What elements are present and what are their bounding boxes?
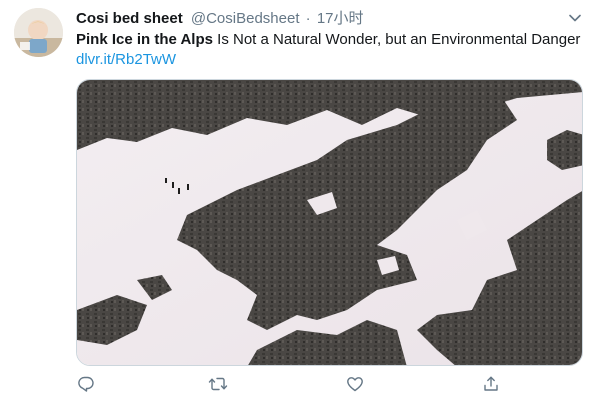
tweet-link[interactable]: dlvr.it/Rb2TwW: [76, 51, 176, 68]
like-button[interactable]: [345, 374, 365, 394]
mountain-snow-photo: [77, 80, 582, 365]
tweet-headline: Pink Ice in the Alps: [76, 31, 213, 48]
tweet-photo[interactable]: [76, 79, 583, 366]
tweet-text: Pink Ice in the Alps Is Not a Natural Wo…: [76, 30, 590, 70]
timestamp[interactable]: 17小时: [317, 10, 364, 27]
separator-dot: ·: [305, 10, 311, 27]
reply-icon: [78, 376, 94, 392]
tweet-body: Is Not a Natural Wonder, but an Environm…: [212, 31, 581, 48]
tweet-header: Cosi bed sheet @CosiBedsheet · 17小时: [76, 9, 558, 29]
share-button[interactable]: [481, 374, 501, 394]
chevron-down-icon: [569, 14, 581, 22]
avatar[interactable]: [14, 8, 63, 57]
avatar-image: [14, 8, 63, 57]
heart-icon: [347, 377, 363, 392]
tweet-menu-button[interactable]: [567, 10, 583, 26]
retweet-button[interactable]: [208, 374, 228, 394]
tweet-actions: [76, 374, 498, 394]
author-name[interactable]: Cosi bed sheet: [76, 10, 183, 27]
retweet-icon: [208, 377, 228, 391]
tweet-card[interactable]: Cosi bed sheet @CosiBedsheet · 17小时 Pink…: [0, 0, 598, 402]
author-handle[interactable]: @CosiBedsheet: [191, 10, 300, 27]
share-icon: [484, 376, 498, 391]
reply-button[interactable]: [76, 374, 96, 394]
